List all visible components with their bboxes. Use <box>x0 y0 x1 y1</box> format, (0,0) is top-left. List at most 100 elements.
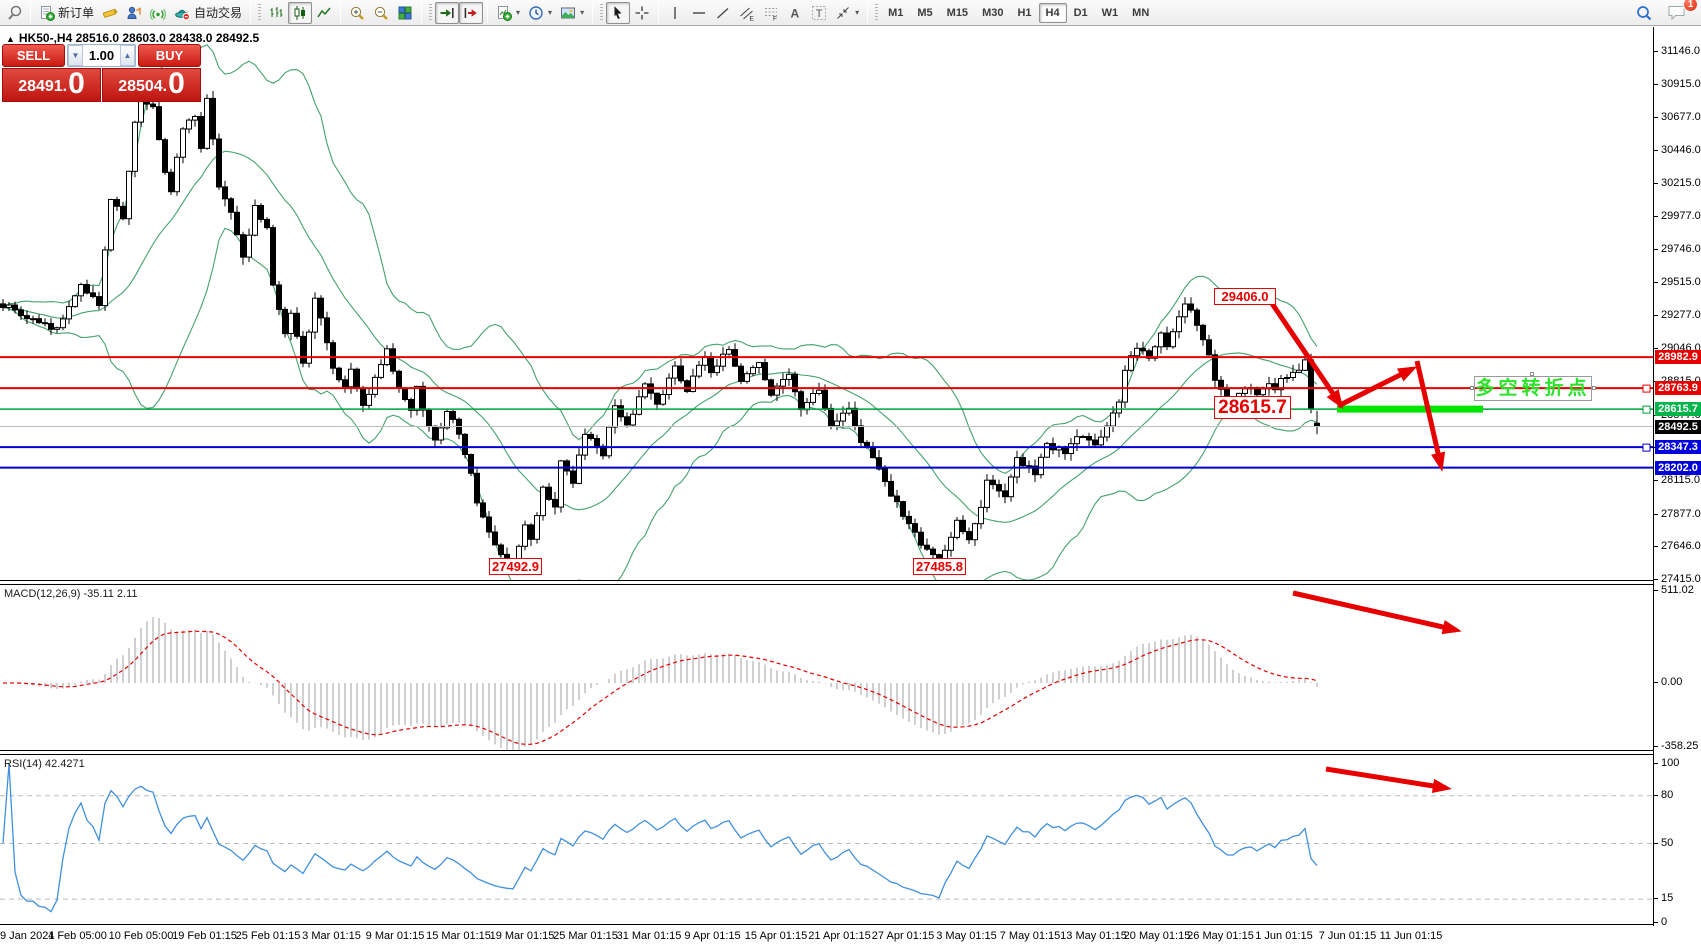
timeframe-mn[interactable]: MN <box>1125 3 1156 23</box>
user-chart-icon <box>126 5 142 21</box>
svg-text:F: F <box>773 15 777 21</box>
svg-text:A: A <box>791 6 800 20</box>
new-chart-button[interactable]: ▾ <box>492 2 524 24</box>
timeframe-m30[interactable]: M30 <box>975 3 1010 23</box>
volume-decrease-button[interactable]: ▼ <box>68 45 83 66</box>
text-button[interactable]: A <box>783 2 807 24</box>
time-tick-label: 13 May 01:15 <box>1060 930 1127 942</box>
zoom-in-button[interactable] <box>345 2 369 24</box>
time-tick-label: 25 Feb 01:15 <box>236 930 301 942</box>
timeframe-m5[interactable]: M5 <box>910 3 939 23</box>
time-tick-label: 21 Apr 01:15 <box>808 930 870 942</box>
price-tag: 28982.9 <box>1655 350 1701 364</box>
chart-shift-button[interactable] <box>459 2 483 24</box>
text-label-button[interactable]: T <box>807 2 831 24</box>
sell-button[interactable]: SELL <box>2 44 65 67</box>
time-tick-label: 25 Mar 01:15 <box>553 930 618 942</box>
timeframe-m15[interactable]: M15 <box>940 3 975 23</box>
sell-price-display[interactable]: 28491.0 <box>2 68 101 102</box>
time-tick-label: 19 Feb 01:15 <box>172 930 237 942</box>
candlestick-chart-button[interactable] <box>288 2 312 24</box>
arrowhead <box>1442 620 1462 634</box>
cursor-icon <box>610 5 626 21</box>
buy-button[interactable]: BUY <box>138 44 201 67</box>
horizontal-line-button[interactable] <box>687 2 711 24</box>
axis-tick-mark <box>1654 682 1658 683</box>
axis-tick-mark <box>1654 590 1658 591</box>
volume-increase-button[interactable]: ▲ <box>120 45 135 66</box>
buy-price-display[interactable]: 28504.0 <box>102 68 201 102</box>
vertical-line-icon <box>667 5 683 21</box>
autotrading-button[interactable]: 自动交易 <box>170 2 246 24</box>
templates-button[interactable]: ▾ <box>556 2 588 24</box>
line-chart-button[interactable] <box>312 2 336 24</box>
auto-scroll-icon <box>439 5 455 21</box>
axis-tick-label: 30215.0 <box>1661 177 1701 189</box>
auto-scroll-button[interactable] <box>435 2 459 24</box>
time-axis[interactable]: 9 Jan 20214 Feb 05:0010 Feb 05:0019 Feb … <box>0 926 1701 948</box>
volume-input[interactable]: 1.00 <box>83 45 120 66</box>
arrowhead <box>1397 366 1417 381</box>
vertical-line-button[interactable] <box>663 2 687 24</box>
time-tick-label: 3 Mar 01:15 <box>302 930 361 942</box>
line-handle[interactable] <box>1643 406 1650 413</box>
annotation-arrow[interactable] <box>1293 593 1456 630</box>
price-axis[interactable]: 31146.030915.030677.030446.030215.029977… <box>1653 27 1701 926</box>
axis-tick-label: -358.25 <box>1661 740 1698 752</box>
zoom-out-button[interactable] <box>369 2 393 24</box>
rsi-panel[interactable] <box>0 754 1653 925</box>
horizontal-line-icon <box>691 5 707 21</box>
line-handle[interactable] <box>1643 444 1650 451</box>
main-chart-panel[interactable] <box>0 27 1653 581</box>
fibonacci-button[interactable]: F <box>759 2 783 24</box>
new-order-button[interactable]: 新订单 <box>35 2 98 24</box>
trendline-button[interactable] <box>711 2 735 24</box>
time-tick-label: 31 Mar 01:15 <box>617 930 682 942</box>
line-handle[interactable] <box>1643 385 1650 392</box>
timeframe-h1[interactable]: H1 <box>1010 3 1038 23</box>
clock-icon <box>528 5 544 21</box>
axis-tick-mark <box>1654 514 1658 515</box>
axis-tick-mark <box>1654 795 1658 796</box>
autotrading-icon <box>174 5 191 21</box>
axis-tick-mark <box>1654 546 1658 547</box>
macd-panel[interactable] <box>0 584 1653 751</box>
sell-price-big: 0 <box>68 69 85 99</box>
axis-tick-mark <box>1654 480 1658 481</box>
axis-tick-label: 100 <box>1661 757 1679 769</box>
profile-button[interactable] <box>122 2 146 24</box>
axis-tick-label: 29746.0 <box>1661 243 1701 255</box>
timeframe-m1[interactable]: M1 <box>881 3 910 23</box>
axis-tick-label: 0.00 <box>1661 676 1682 688</box>
sell-price-main: 28491. <box>18 75 67 99</box>
market-watch-icon[interactable] <box>2 2 26 24</box>
time-tick-label: 20 May 01:15 <box>1124 930 1191 942</box>
tile-windows-button[interactable] <box>393 2 417 24</box>
arrows-button[interactable]: ▾ <box>831 2 863 24</box>
chat-button[interactable]: 1 <box>1663 2 1691 24</box>
annotation-arrow[interactable] <box>1326 769 1446 788</box>
axis-tick-label: 30446.0 <box>1661 144 1701 156</box>
svg-text:E: E <box>750 15 755 21</box>
one-click-trading-panel: SELL ▼ 1.00 ▲ BUY 28491.0 28504.0 <box>2 44 201 102</box>
zoom-in-icon <box>349 5 365 21</box>
annotation-arrow[interactable] <box>1417 361 1441 466</box>
cursor-button[interactable] <box>606 2 630 24</box>
search-icon <box>1635 4 1653 22</box>
bar-chart-button[interactable] <box>264 2 288 24</box>
line-chart-icon <box>316 5 332 21</box>
timeframe-h4[interactable]: H4 <box>1039 3 1067 23</box>
periods-button[interactable]: ▾ <box>524 2 556 24</box>
crosshair-button[interactable] <box>630 2 654 24</box>
channel-button[interactable]: E <box>735 2 759 24</box>
signals-button[interactable] <box>146 2 170 24</box>
axis-tick-label: 31146.0 <box>1661 45 1700 57</box>
timeframe-w1[interactable]: W1 <box>1095 3 1126 23</box>
search-button[interactable] <box>1631 2 1657 24</box>
axis-tick-mark <box>1654 183 1658 184</box>
price-tag: 28763.9 <box>1655 381 1701 395</box>
styler-button[interactable] <box>98 2 122 24</box>
axis-tick-mark <box>1654 898 1658 899</box>
timeframe-d1[interactable]: D1 <box>1067 3 1095 23</box>
axis-tick-label: 30915.0 <box>1661 78 1701 90</box>
